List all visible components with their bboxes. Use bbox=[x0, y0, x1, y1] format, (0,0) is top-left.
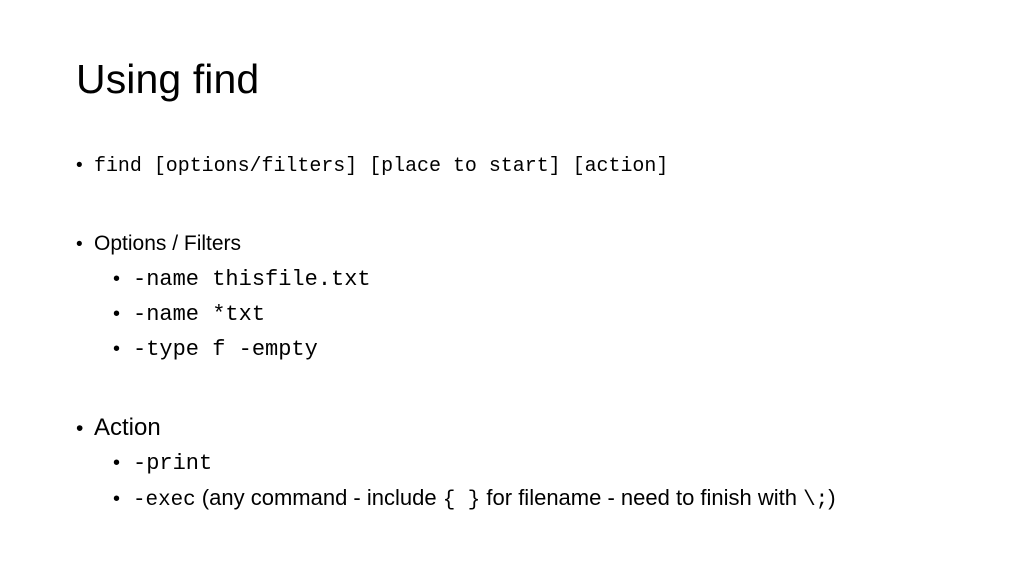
bullet-option-name-thisfile: • -name thisfile.txt bbox=[76, 262, 976, 297]
bullet-glyph-icon: • bbox=[113, 268, 121, 290]
find-syntax-text: find [options/filters] [place to start] … bbox=[94, 148, 668, 183]
page-title: Using find bbox=[76, 56, 260, 102]
exec-escape-token: \; bbox=[803, 489, 829, 512]
exec-note-before: (any command - include bbox=[195, 485, 443, 510]
action-code: -print bbox=[133, 451, 213, 476]
bullet-options-filters-heading: • Options / Filters bbox=[76, 227, 976, 262]
slide-body: • find [options/filters] [place to start… bbox=[76, 148, 976, 518]
bullet-glyph-icon: • bbox=[113, 488, 121, 510]
bullet-glyph-icon: • bbox=[113, 452, 121, 474]
option-code: -name thisfile.txt bbox=[133, 267, 371, 292]
find-options-token: [options/filters] bbox=[153, 154, 370, 177]
action-exec-text: -exec (any command - include { } for fil… bbox=[133, 481, 836, 518]
bullet-glyph-icon: • bbox=[113, 303, 121, 325]
bullet-find-syntax: • find [options/filters] [place to start… bbox=[76, 148, 976, 183]
find-place-token: [place to start] bbox=[369, 154, 573, 177]
exec-note-after: for filename - need to finish with bbox=[480, 485, 804, 510]
find-command: find bbox=[94, 154, 154, 177]
bullet-action-heading: • Action bbox=[76, 411, 976, 446]
options-filters-label: Options / Filters bbox=[94, 232, 242, 255]
bullet-glyph-icon: • bbox=[76, 417, 84, 440]
bullet-glyph-icon: • bbox=[113, 338, 121, 360]
exec-braces-token: { } bbox=[442, 489, 481, 512]
bullet-glyph-icon: • bbox=[76, 155, 83, 176]
bullet-option-type-empty: • -type f -empty bbox=[76, 332, 976, 367]
exec-tail: ) bbox=[828, 485, 836, 510]
bullet-glyph-icon: • bbox=[76, 234, 83, 255]
bullet-action-exec: • -exec (any command - include { } for f… bbox=[76, 481, 976, 518]
bullet-option-name-wildcard: • -name *txt bbox=[76, 297, 976, 332]
find-action-token: [action] bbox=[572, 154, 669, 177]
bullet-action-print: • -print bbox=[76, 446, 976, 481]
action-code: -exec bbox=[133, 489, 196, 512]
option-code: -type f -empty bbox=[133, 337, 318, 362]
action-label: Action bbox=[94, 414, 161, 441]
option-code: -name *txt bbox=[133, 302, 266, 327]
slide: Using find • find [options/filters] [pla… bbox=[0, 0, 1024, 576]
